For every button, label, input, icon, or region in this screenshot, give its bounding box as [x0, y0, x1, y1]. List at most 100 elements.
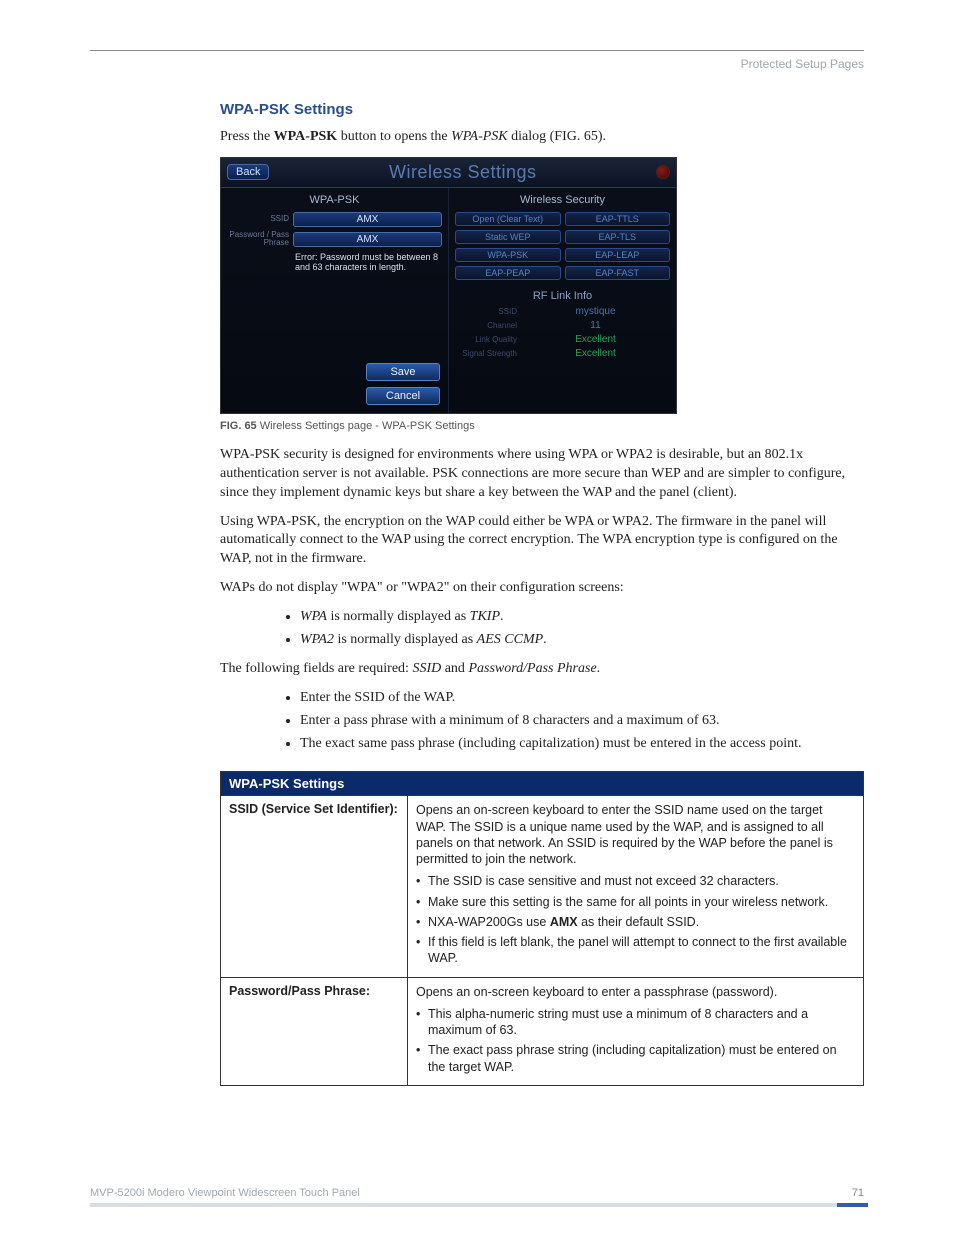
text: is normally displayed as [334, 632, 477, 647]
table-key: Password/Pass Phrase: [221, 977, 408, 1085]
bullet-icon: • [416, 873, 428, 889]
rf-value: Excellent [521, 334, 670, 345]
rf-row: Channel 11 [455, 320, 670, 331]
paragraph: WPA-PSK security is designed for environ… [220, 446, 864, 503]
text-italic: SSID [412, 661, 441, 676]
security-option[interactable]: EAP-LEAP [565, 248, 671, 262]
security-option[interactable]: EAP-TTLS [565, 212, 671, 226]
table-row: Password/Pass Phrase: Opens an on-screen… [221, 977, 864, 1085]
security-option[interactable]: Open (Clear Text) [455, 212, 561, 226]
list-item: Enter the SSID of the WAP. [300, 689, 864, 708]
text: . [543, 632, 547, 647]
left-pane-label: WPA-PSK [227, 194, 442, 206]
table-title: WPA-PSK Settings [221, 772, 864, 796]
bullet-icon: • [416, 1006, 428, 1039]
figure-body: WPA-PSK SSID AMX Password / Pass Phrase … [221, 188, 676, 413]
text-italic: AES CCMP [477, 632, 544, 647]
table-bullet: •This alpha-numeric string must use a mi… [416, 1006, 855, 1039]
text-italic: WPA [300, 609, 327, 624]
password-input[interactable]: AMX [293, 232, 442, 247]
rf-key: Channel [455, 321, 517, 330]
table-bullet: •Make sure this setting is the same for … [416, 894, 855, 910]
table-bullet: •The exact pass phrase string (including… [416, 1042, 855, 1075]
rf-value: Excellent [521, 348, 670, 359]
security-option[interactable]: EAP-FAST [565, 266, 671, 280]
paragraph: Using WPA-PSK, the encryption on the WAP… [220, 513, 864, 570]
text: This alpha-numeric string must use a min… [428, 1006, 855, 1039]
text: Press the [220, 129, 274, 144]
text: The following fields are required: [220, 661, 412, 676]
bullet-icon: • [416, 894, 428, 910]
text: The exact pass phrase string (including … [428, 1042, 855, 1075]
figure-title: Wireless Settings [269, 162, 656, 183]
text: . [500, 609, 504, 624]
table-value: Opens an on-screen keyboard to enter a p… [408, 977, 864, 1085]
rf-key: SSID [455, 307, 517, 316]
section-title: WPA-PSK Settings [220, 101, 864, 118]
page: Protected Setup Pages WPA-PSK Settings P… [0, 0, 954, 1235]
caption-text: Wireless Settings page - WPA-PSK Setting… [257, 420, 475, 432]
rf-row: Link Quality Excellent [455, 334, 670, 345]
figure-wireless-settings: Back Wireless Settings WPA-PSK SSID AMX … [220, 157, 677, 414]
text: If this field is left blank, the panel w… [428, 934, 855, 967]
password-row: Password / Pass Phrase AMX [227, 231, 442, 248]
figure-right-pane: Wireless Security Open (Clear Text) EAP-… [449, 188, 676, 413]
text: dialog (FIG. 65). [508, 129, 606, 144]
figure-left-pane: WPA-PSK SSID AMX Password / Pass Phrase … [221, 188, 449, 413]
text: . [597, 661, 601, 676]
save-button[interactable]: Save [366, 363, 440, 381]
text-bold: WPA-PSK [274, 129, 338, 144]
rf-key: Signal Strength [455, 349, 517, 358]
bullet-icon: • [416, 1042, 428, 1075]
table-value: Opens an on-screen keyboard to enter the… [408, 796, 864, 977]
text: The SSID is case sensitive and must not … [428, 873, 855, 889]
rf-row: SSID mystique [455, 306, 670, 317]
text: Opens an on-screen keyboard to enter the… [416, 802, 855, 867]
error-message: Error: Password must be between 8 and 63… [295, 252, 442, 274]
running-header: Protected Setup Pages [90, 57, 864, 71]
rf-rows: SSID mystique Channel 11 Link Quality Ex… [455, 306, 670, 359]
rf-row: Signal Strength Excellent [455, 348, 670, 359]
top-rule [90, 50, 864, 51]
paragraph: WAPs do not display "WPA" or "WPA2" on t… [220, 579, 864, 598]
list-item: WPA2 is normally displayed as AES CCMP. [300, 631, 864, 650]
table-key: SSID (Service Set Identifier): [221, 796, 408, 977]
table-bullet: •The SSID is case sensitive and must not… [416, 873, 855, 889]
text-italic: WPA-PSK [451, 129, 508, 144]
status-led-icon [656, 165, 670, 179]
security-option[interactable]: EAP-TLS [565, 230, 671, 244]
figure-titlebar: Back Wireless Settings [221, 158, 676, 188]
right-pane-label: Wireless Security [455, 194, 670, 206]
text-italic: TKIP [470, 609, 500, 624]
text: Make sure this setting is the same for a… [428, 894, 855, 910]
rf-value: 11 [521, 320, 670, 331]
ssid-row: SSID AMX [227, 212, 442, 227]
bullet-list: Enter the SSID of the WAP. Enter a pass … [220, 689, 864, 754]
text: is normally displayed as [327, 609, 470, 624]
footer-product: MVP-5200i Modero Viewpoint Widescreen To… [90, 1187, 360, 1199]
text: and [441, 661, 468, 676]
security-option[interactable]: WPA-PSK [455, 248, 561, 262]
caption-number: FIG. 65 [220, 420, 257, 432]
footer-accent-bar [90, 1203, 868, 1207]
rf-value: mystique [521, 306, 670, 317]
password-label: Password / Pass Phrase [227, 231, 289, 248]
figure-caption: FIG. 65 Wireless Settings page - WPA-PSK… [220, 420, 864, 432]
rf-link-label: RF Link Info [455, 290, 670, 302]
security-options-grid: Open (Clear Text) EAP-TTLS Static WEP EA… [455, 212, 670, 280]
back-button[interactable]: Back [227, 164, 269, 180]
text: button to opens the [337, 129, 451, 144]
text: NXA-WAP200Gs use AMX as their default SS… [428, 914, 855, 930]
text: Opens an on-screen keyboard to enter a p… [416, 984, 855, 1000]
paragraph: The following fields are required: SSID … [220, 660, 864, 679]
list-item: WPA is normally displayed as TKIP. [300, 608, 864, 627]
table-row: SSID (Service Set Identifier): Opens an … [221, 796, 864, 977]
page-number: 71 [852, 1187, 864, 1199]
security-option[interactable]: Static WEP [455, 230, 561, 244]
wpa-psk-settings-table: WPA-PSK Settings SSID (Service Set Ident… [220, 771, 864, 1086]
security-option[interactable]: EAP-PEAP [455, 266, 561, 280]
content-area: WPA-PSK Settings Press the WPA-PSK butto… [220, 101, 864, 1086]
ssid-label: SSID [227, 215, 289, 223]
ssid-input[interactable]: AMX [293, 212, 442, 227]
cancel-button[interactable]: Cancel [366, 387, 440, 405]
